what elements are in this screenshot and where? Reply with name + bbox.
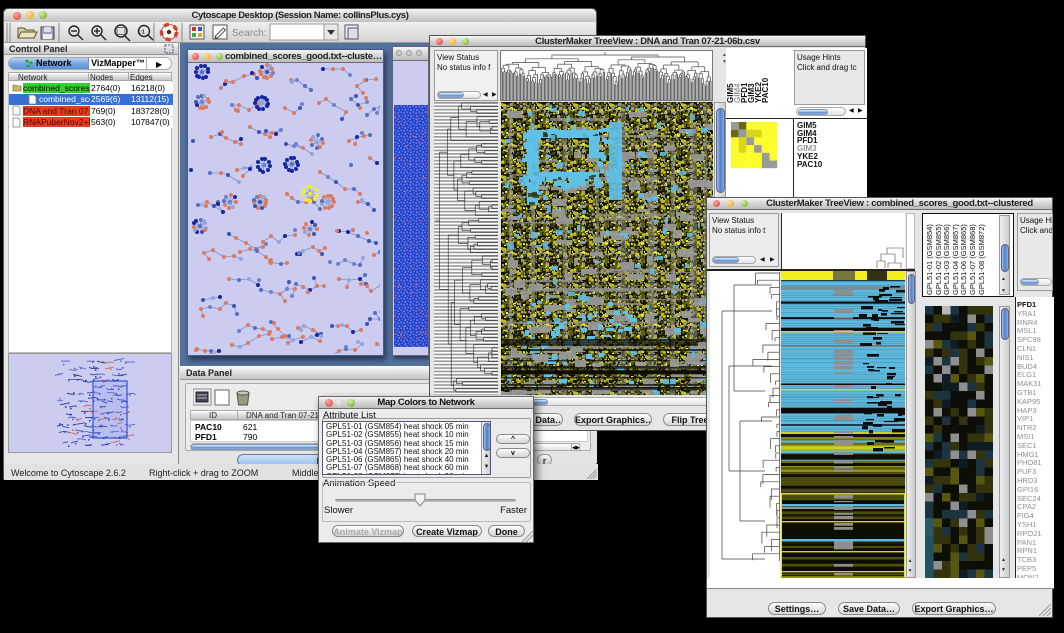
svg-text:1:1: 1:1 (137, 30, 144, 36)
svg-text:Search:: Search: (232, 28, 266, 39)
